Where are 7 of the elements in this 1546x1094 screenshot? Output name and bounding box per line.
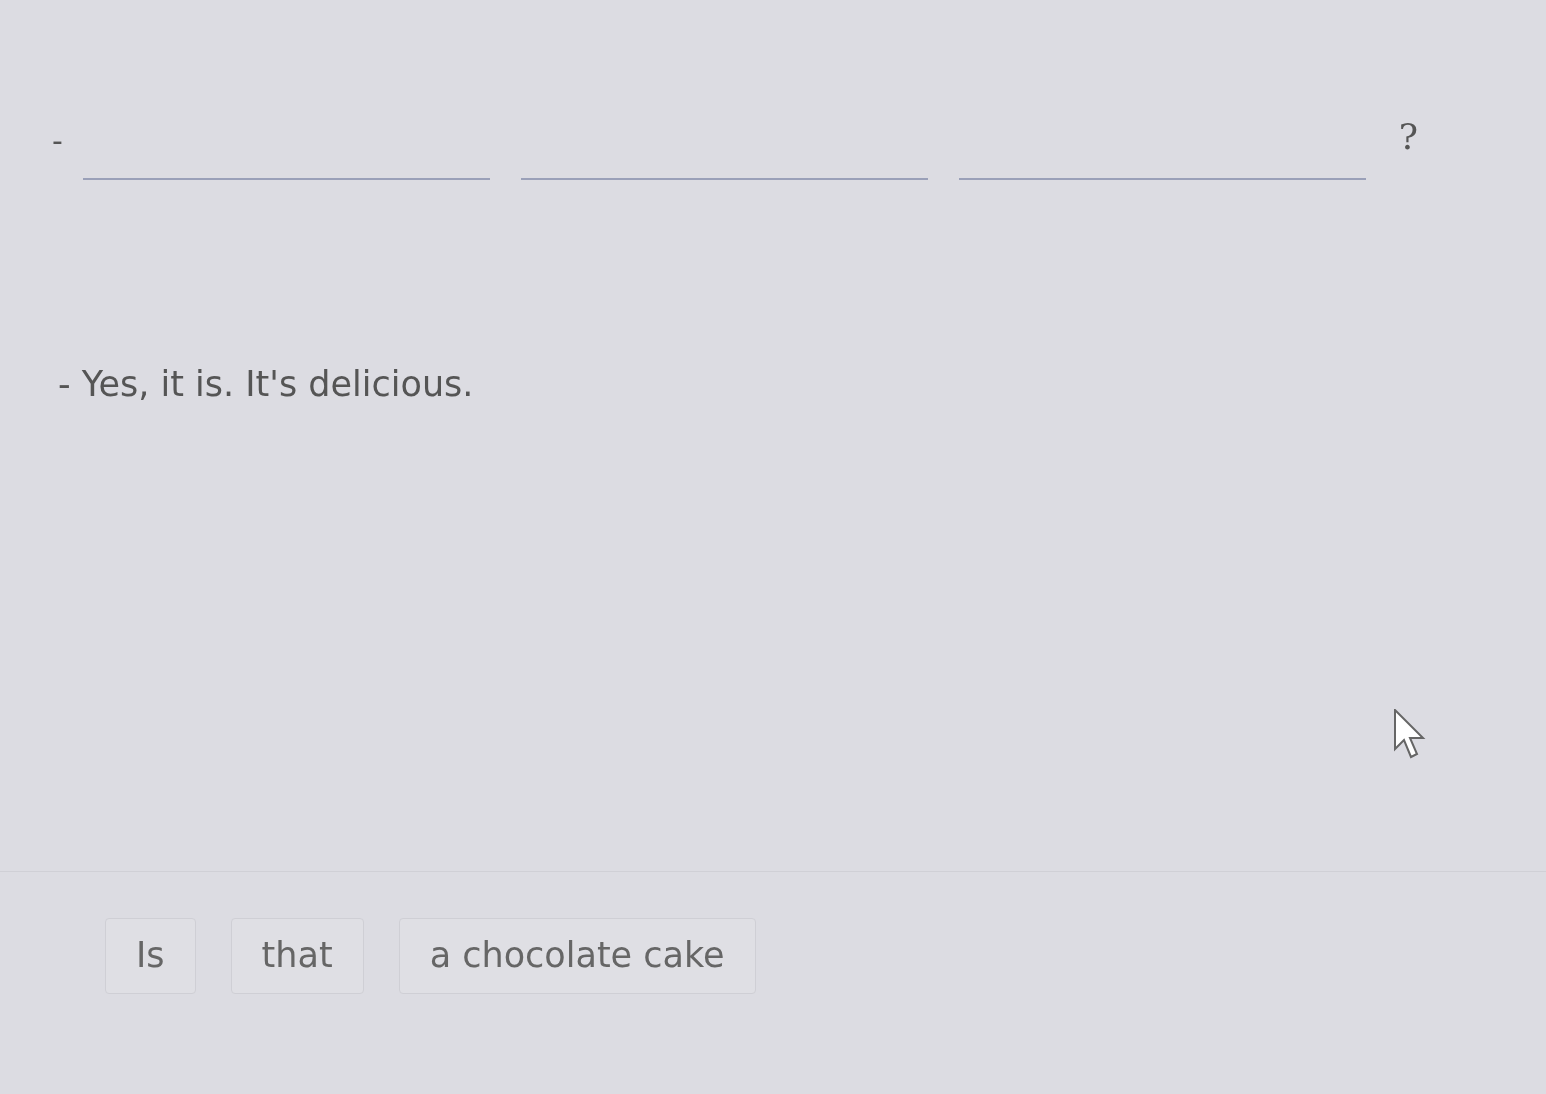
word-tile[interactable]: a chocolate cake [398, 917, 756, 994]
word-tile[interactable]: Is [105, 917, 196, 994]
word-tile[interactable]: that [230, 917, 364, 994]
answer-sentence: - Yes, it is. It's delicious. [58, 364, 474, 404]
mouse-pointer-icon [1394, 709, 1426, 761]
dash-text: - [52, 122, 63, 160]
question-mark: ? [1398, 115, 1419, 159]
